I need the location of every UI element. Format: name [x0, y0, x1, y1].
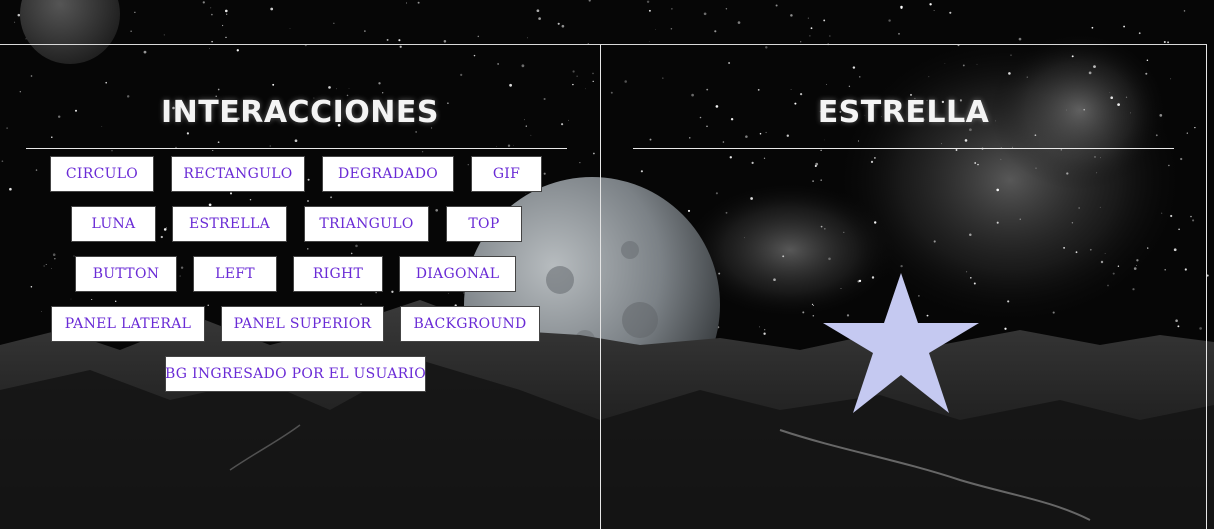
interactions-title: INTERACCIONES — [161, 95, 439, 130]
bg-user-input-button[interactable]: BG INGRESADO POR EL USUARIO — [165, 356, 426, 392]
right-button[interactable]: RIGHT — [293, 256, 383, 292]
preview-title: ESTRELLA — [817, 95, 990, 130]
luna-button[interactable]: LUNA — [71, 206, 156, 242]
rectangulo-button[interactable]: RECTANGULO — [171, 156, 305, 192]
degradado-button[interactable]: DEGRADADO — [322, 156, 454, 192]
panel-superior-button[interactable]: PANEL SUPERIOR — [221, 306, 384, 342]
diagonal-button[interactable]: DIAGONAL — [399, 256, 516, 292]
triangulo-button[interactable]: TRIANGULO — [304, 206, 429, 242]
gif-button[interactable]: GIF — [471, 156, 542, 192]
button-button[interactable]: BUTTON — [75, 256, 177, 292]
top-button[interactable]: TOP — [446, 206, 522, 242]
circulo-button[interactable]: CIRCULO — [50, 156, 154, 192]
star-shape — [823, 273, 979, 413]
interactions-panel: INTERACCIONES CIRCULO RECTANGULO DEGRADA… — [0, 44, 601, 529]
estrella-button[interactable]: ESTRELLA — [172, 206, 287, 242]
left-button[interactable]: LEFT — [193, 256, 277, 292]
background-button[interactable]: BACKGROUND — [400, 306, 540, 342]
title-divider — [633, 148, 1174, 149]
panel-lateral-button[interactable]: PANEL LATERAL — [51, 306, 205, 342]
title-divider — [26, 148, 567, 149]
preview-panel: ESTRELLA — [601, 44, 1207, 529]
